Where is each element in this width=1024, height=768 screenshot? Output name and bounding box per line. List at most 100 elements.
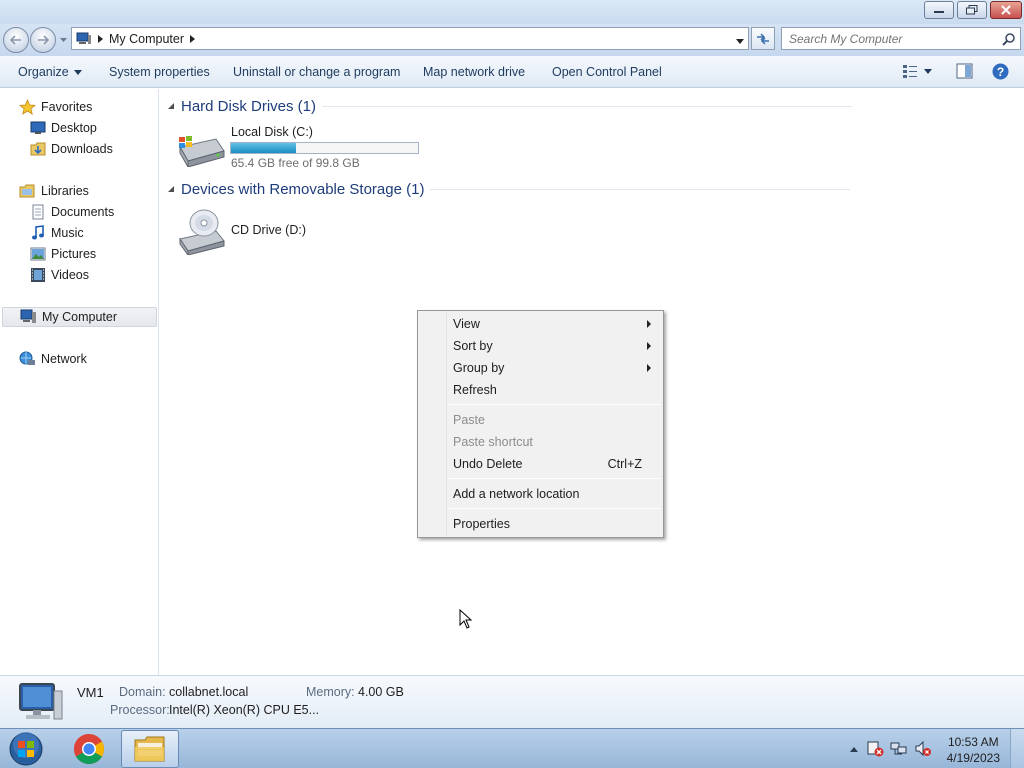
preview-pane-button[interactable]	[956, 63, 973, 79]
refresh-icon	[757, 32, 769, 45]
pictures-icon	[30, 247, 46, 261]
preview-pane-icon	[956, 63, 973, 79]
menu-item-properties-label: Properties	[453, 516, 510, 531]
open-control-panel-button[interactable]: Open Control Panel	[552, 65, 662, 79]
forward-arrow-icon	[38, 35, 49, 45]
breadcrumb-arrow-icon	[98, 34, 103, 43]
nav-downloads-label: Downloads	[51, 142, 113, 156]
map-network-drive-button[interactable]: Map network drive	[423, 65, 525, 79]
nav-network[interactable]: Network	[19, 349, 87, 369]
videos-icon	[31, 268, 45, 282]
capacity-fill	[231, 143, 296, 153]
domain-value: collabnet.local	[169, 685, 249, 699]
organize-menu-button[interactable]: Organize	[18, 65, 82, 79]
show-desktop-button[interactable]	[1010, 729, 1024, 768]
nav-network-label: Network	[41, 352, 87, 366]
minimize-button[interactable]	[924, 1, 954, 19]
documents-icon	[32, 204, 44, 220]
network-status-icon[interactable]	[890, 741, 908, 757]
star-icon	[19, 99, 36, 115]
menu-separator	[448, 478, 661, 479]
computer-name: VM1	[77, 685, 104, 700]
menu-item-refresh[interactable]: Refresh	[420, 379, 661, 400]
nav-downloads[interactable]: Downloads	[30, 139, 113, 159]
chevron-down-icon	[736, 39, 744, 44]
group-hdd-label: Hard Disk Drives (1)	[181, 98, 317, 115]
menu-item-paste: Paste	[420, 409, 661, 430]
cd-drive-d[interactable]	[176, 209, 226, 258]
address-history-dropdown[interactable]	[736, 33, 744, 47]
menu-item-undo-delete-shortcut: Ctrl+Z	[607, 456, 642, 471]
taskbar-clock[interactable]: 10:53 AM 4/19/2023	[947, 734, 1000, 766]
action-center-icon[interactable]	[866, 741, 884, 757]
nav-favorites[interactable]: Favorites	[19, 97, 92, 117]
context-menu: View Sort by Group by Refresh Paste Past…	[417, 310, 664, 538]
nav-pictures[interactable]: Pictures	[30, 244, 96, 264]
nav-documents[interactable]: Documents	[30, 202, 114, 222]
search-box[interactable]	[781, 27, 1021, 50]
menu-item-properties[interactable]: Properties	[420, 513, 661, 534]
group-header-removable-storage[interactable]: Devices with Removable Storage (1)	[168, 181, 851, 198]
taskbar-windows-explorer[interactable]	[121, 730, 179, 768]
nav-music[interactable]: Music	[30, 223, 84, 243]
menu-item-undo-delete[interactable]: Undo Delete Ctrl+Z	[420, 453, 661, 474]
network-icon	[19, 351, 35, 365]
computer-monitor-icon	[19, 683, 63, 720]
music-icon	[32, 225, 44, 240]
forward-button[interactable]	[30, 27, 56, 53]
refresh-button[interactable]	[751, 27, 775, 50]
back-button[interactable]	[3, 27, 29, 53]
close-icon	[1001, 5, 1011, 15]
change-view-button[interactable]	[902, 63, 932, 79]
address-bar[interactable]: My Computer	[71, 27, 749, 50]
menu-item-add-network-location-label: Add a network location	[453, 486, 580, 501]
group-divider	[322, 106, 853, 107]
menu-item-sort-by[interactable]: Sort by	[420, 335, 661, 356]
menu-item-paste-label: Paste	[453, 412, 485, 427]
show-hidden-icons-icon[interactable]	[850, 746, 858, 752]
clock-date: 4/19/2023	[946, 751, 1000, 765]
chevron-down-icon	[924, 68, 932, 74]
nav-libraries[interactable]: Libraries	[19, 181, 89, 201]
nav-pictures-label: Pictures	[51, 247, 97, 261]
restore-button[interactable]	[957, 1, 987, 19]
nav-my-computer[interactable]: My Computer	[2, 307, 157, 327]
menu-item-refresh-label: Refresh	[453, 382, 497, 397]
downloads-folder-icon	[30, 142, 46, 156]
nav-desktop[interactable]: Desktop	[30, 118, 97, 138]
nav-documents-label: Documents	[51, 205, 115, 219]
details-pane: VM1 Domain: collabnet.local Memory: 4.00…	[0, 675, 1024, 728]
collapse-triangle-icon	[168, 103, 174, 109]
recent-pages-dropdown[interactable]	[58, 34, 68, 46]
local-disk-c-free-space: 65.4 GB free of 99.8 GB	[231, 156, 360, 170]
start-button[interactable]	[5, 731, 47, 767]
menu-item-group-by[interactable]: Group by	[420, 357, 661, 378]
nav-favorites-label: Favorites	[41, 100, 93, 114]
mouse-cursor-icon	[459, 608, 473, 632]
breadcrumb-my-computer[interactable]: My Computer	[109, 32, 184, 46]
libraries-icon	[19, 184, 35, 198]
search-input[interactable]	[782, 28, 992, 49]
volume-muted-icon[interactable]	[914, 741, 932, 757]
taskbar-chrome[interactable]	[60, 730, 118, 768]
breadcrumb-arrow-icon[interactable]	[190, 34, 196, 43]
local-disk-c[interactable]	[176, 129, 226, 170]
view-options-icon	[903, 65, 917, 78]
search-icon[interactable]	[1002, 32, 1016, 49]
nav-videos[interactable]: Videos	[30, 265, 89, 285]
menu-item-add-network-location[interactable]: Add a network location	[420, 483, 661, 504]
menu-item-undo-delete-label: Undo Delete	[453, 456, 523, 471]
help-button[interactable]: ?	[992, 63, 1009, 80]
submenu-arrow-icon	[647, 364, 651, 372]
restore-icon	[966, 5, 978, 15]
system-properties-button[interactable]: System properties	[109, 65, 210, 79]
address-row: My Computer	[0, 24, 1024, 56]
menu-item-view-label: View	[453, 316, 480, 331]
submenu-arrow-icon	[647, 342, 651, 350]
memory-value: 4.00 GB	[358, 685, 404, 699]
close-button[interactable]	[990, 1, 1022, 19]
uninstall-program-button[interactable]: Uninstall or change a program	[233, 65, 400, 79]
group-header-hard-disk-drives[interactable]: Hard Disk Drives (1)	[168, 98, 853, 115]
processor-value: Intel(R) Xeon(R) CPU E5...	[169, 703, 320, 717]
menu-item-view[interactable]: View	[420, 313, 661, 334]
